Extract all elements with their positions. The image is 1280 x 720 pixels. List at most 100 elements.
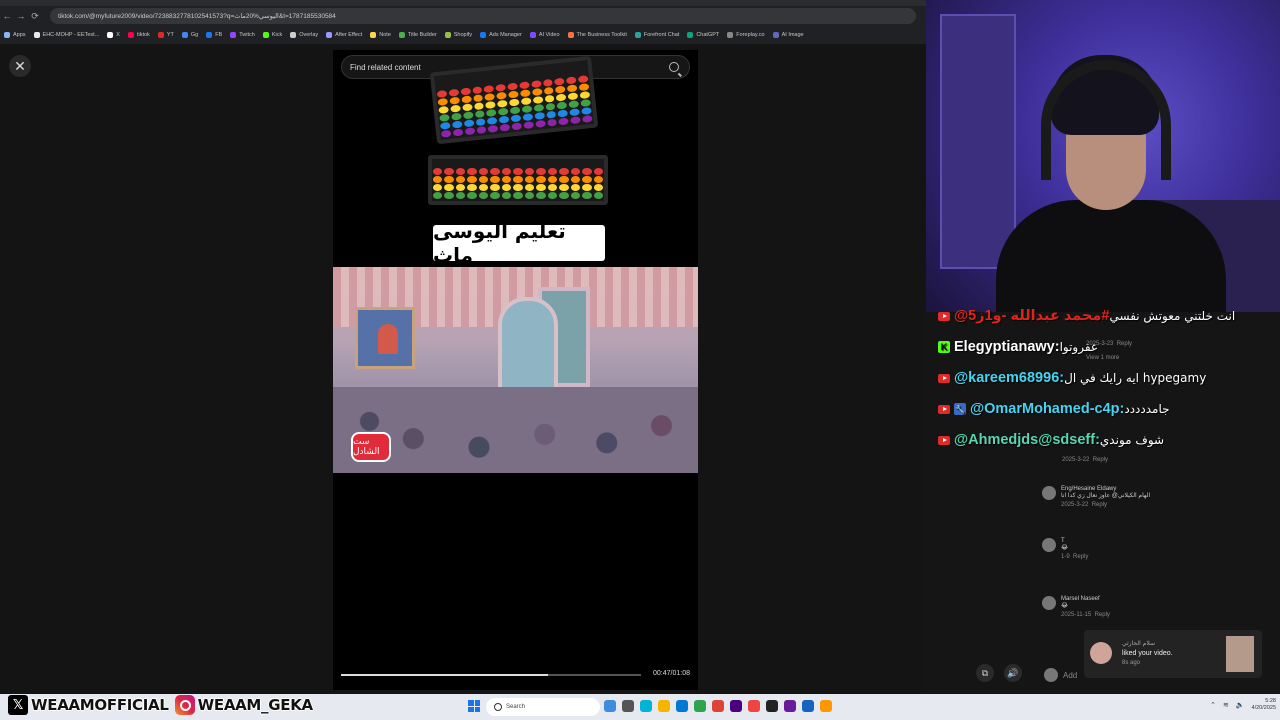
comment-item: T 😂 1-9 Reply	[1042, 538, 1088, 560]
bookmark-item[interactable]: Ads Manager	[480, 32, 522, 38]
wifi-icon[interactable]: ≋	[1223, 701, 1229, 709]
bookmark-item[interactable]: X	[107, 32, 120, 38]
forward-icon[interactable]: →	[14, 11, 28, 21]
video-player[interactable]: Find related content تعليم اليوسى ماث ست…	[333, 50, 698, 690]
abacus-image-bottom	[428, 155, 608, 205]
bookmark-item[interactable]: Apps	[4, 32, 26, 38]
bookmark-label: The Business Toolkit	[576, 32, 627, 38]
volume-icon[interactable]: 🔊	[1004, 664, 1022, 682]
bookmark-item[interactable]: After Effect	[326, 32, 362, 38]
bookmark-item[interactable]: ChatGPT	[687, 32, 719, 38]
chat-message: @Ahmedjds@sdseff: شوف موندي	[938, 432, 1164, 448]
taskbar-app-icon[interactable]	[604, 700, 616, 712]
chat-username: @OmarMohamed-c4p:	[970, 401, 1125, 417]
comments-panel: 2025-3-23 Reply View 1 more 2025-3-22 Re…	[926, 308, 1280, 694]
clock[interactable]: 5:28 4/20/2025	[1252, 698, 1276, 712]
taskbar-app-icon[interactable]	[622, 700, 634, 712]
bookmark-item[interactable]: Shopify	[444, 32, 473, 38]
bookmark-label: After Effect	[335, 32, 363, 38]
bookmark-item[interactable]: YT	[157, 32, 174, 38]
avatar	[1042, 538, 1056, 552]
notification-user: سلام الحارثي	[1122, 640, 1155, 647]
chat-message: @محمد عبدالله -و1ز5# انت خلتني معوتش نفسي	[938, 308, 1235, 324]
reply-button[interactable]: Reply	[1095, 612, 1110, 618]
chevron-up-icon[interactable]: ⌃	[1210, 701, 1216, 709]
bookmark-item[interactable]: tiktok	[127, 32, 150, 38]
reply-button[interactable]: Reply	[1073, 554, 1088, 560]
instagram-icon	[174, 695, 195, 715]
taskbar-app-icon[interactable]	[658, 700, 670, 712]
moderator-icon: 🔧	[954, 403, 966, 415]
taskbar-search[interactable]: Search	[486, 698, 600, 716]
bookmark-item[interactable]: Overlay	[290, 32, 318, 38]
bookmark-favicon-icon	[370, 32, 377, 38]
comment-text: الهام الكيلاني@ عاوز نعال زي كدا انا	[1061, 493, 1151, 499]
browser-chrome: ← → ⟳ tiktok.com/@myfuture2009/video/723…	[0, 0, 926, 44]
bookmark-item[interactable]: AI Video	[529, 32, 560, 38]
taskbar-apps	[604, 700, 832, 712]
bookmark-favicon-icon	[727, 32, 734, 38]
taskbar-app-icon[interactable]	[676, 700, 688, 712]
chat-message: K Elegyptianawy: عفروتوا	[938, 339, 1098, 355]
taskbar-app-icon[interactable]	[712, 700, 724, 712]
video-progress-bar[interactable]	[341, 674, 641, 676]
chat-username: Elegyptianawy:	[954, 339, 1060, 355]
windows-start-icon[interactable]	[468, 700, 480, 712]
chat-text: انت خلتني معوتش نفسي	[1109, 309, 1236, 323]
bookmark-item[interactable]: AI Image	[772, 32, 804, 38]
taskbar-app-icon[interactable]	[784, 700, 796, 712]
video-caption-title: تعليم اليوسى ماث	[433, 219, 605, 267]
chat-username: @محمد عبدالله -و1ز5#	[954, 308, 1110, 324]
bookmark-item[interactable]: Gg	[181, 32, 198, 38]
search-icon[interactable]	[669, 62, 679, 72]
bookmark-label: X	[116, 32, 120, 38]
notification-toast[interactable]: سلام الحارثي liked your video. 8s ago	[1084, 630, 1262, 678]
speaker-icon[interactable]: 🔈	[1236, 701, 1245, 709]
back-icon[interactable]: ←	[0, 11, 14, 21]
bookmark-label: Ads Manager	[489, 32, 522, 38]
chat-username: @Ahmedjds@sdseff:	[954, 432, 1100, 448]
bookmark-favicon-icon	[206, 32, 213, 38]
bookmark-item[interactable]: EHC-MOHP - EETest...	[33, 32, 99, 38]
chat-message: 🔧 @OmarMohamed-c4p: جامددددد	[938, 401, 1170, 417]
reload-icon[interactable]: ⟳	[28, 11, 42, 22]
bookmark-favicon-icon	[181, 32, 188, 38]
bookmark-label: Shopify	[453, 32, 473, 38]
bookmark-label: Kick	[271, 32, 283, 38]
comment-item: Marsel Naseef 😂 2025-11-15 Reply	[1042, 596, 1110, 618]
youtube-icon	[938, 404, 950, 414]
bookmark-item[interactable]: Title Builder	[398, 32, 437, 38]
close-button[interactable]: ✕	[9, 55, 31, 77]
address-input[interactable]: tiktok.com/@myfuture2009/video/723883277…	[50, 8, 916, 24]
comment-text: 😂	[1061, 545, 1069, 551]
bookmark-favicon-icon	[326, 32, 333, 38]
bookmark-label: Apps	[13, 32, 26, 38]
bookmark-item[interactable]: FB	[206, 32, 222, 38]
taskbar-app-icon[interactable]	[802, 700, 814, 712]
taskbar-app-icon[interactable]	[766, 700, 778, 712]
channel-logo: ست الشادل	[351, 432, 391, 462]
bookmark-item[interactable]: The Business Toolkit	[567, 32, 627, 38]
bookmark-label: ChatGPT	[696, 32, 720, 38]
notification-text: liked your video.	[1122, 650, 1173, 657]
tv-studio-scene: ست الشادل	[333, 267, 698, 473]
bookmark-item[interactable]: Note	[370, 32, 391, 38]
taskbar-app-icon[interactable]	[694, 700, 706, 712]
avatar	[1090, 642, 1112, 664]
bookmark-item[interactable]: Twitch	[230, 32, 255, 38]
bookmark-item[interactable]: Foreplay.co	[727, 32, 765, 38]
taskbar-app-icon[interactable]	[730, 700, 742, 712]
mini-player-icon[interactable]: ⧉	[976, 664, 994, 682]
taskbar-app-icon[interactable]	[640, 700, 652, 712]
reply-button[interactable]: Reply	[1092, 502, 1107, 508]
add-comment-field[interactable]: Add	[1044, 668, 1077, 682]
bookmark-item[interactable]: Kick	[262, 32, 283, 38]
youtube-icon	[938, 435, 950, 445]
comment-text: 😂	[1061, 603, 1069, 609]
notification-time: 8s ago	[1122, 660, 1141, 666]
bookmark-label: FB	[215, 32, 223, 38]
taskbar-app-icon[interactable]	[748, 700, 760, 712]
taskbar-app-icon[interactable]	[820, 700, 832, 712]
bookmark-item[interactable]: Forefront Chat	[634, 32, 679, 38]
bookmark-favicon-icon	[4, 32, 10, 38]
